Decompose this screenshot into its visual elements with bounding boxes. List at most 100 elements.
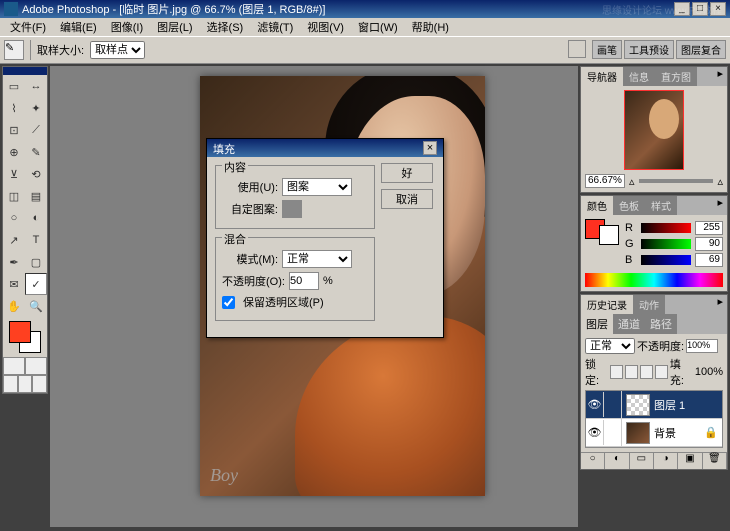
zoom-slider[interactable] [639, 179, 714, 183]
current-tool-icon[interactable]: ✎ [4, 40, 24, 60]
tab-color[interactable]: 颜色 [581, 196, 613, 215]
panel-menu-icon[interactable]: ▸ [713, 196, 727, 215]
sample-point-select[interactable]: 取样点 [90, 41, 145, 59]
tool-stamp[interactable]: ⊻ [3, 163, 25, 185]
r-slider[interactable] [641, 223, 691, 233]
opacity-input[interactable] [289, 272, 319, 290]
screen-full-menu[interactable] [18, 375, 33, 393]
tool-eyedrop[interactable]: ✓ [25, 273, 47, 295]
layer-fx-icon[interactable]: ○ [581, 453, 605, 469]
layer-fill-value[interactable]: 100% [695, 366, 723, 378]
tool-hand[interactable]: ✋ [3, 295, 25, 317]
use-select[interactable]: 图案 [282, 178, 352, 196]
menu-file[interactable]: 文件(F) [4, 18, 52, 36]
subtab-paths[interactable]: 路径 [645, 314, 677, 334]
tool-path[interactable]: ↗ [3, 229, 25, 251]
layer-thumbnail[interactable] [626, 422, 650, 444]
mode-standard[interactable] [3, 357, 25, 375]
mode-select[interactable]: 正常 [282, 250, 352, 268]
tool-slice[interactable]: ⟋ [25, 119, 47, 141]
layer-row[interactable]: 👁 图层 1 [586, 391, 722, 419]
panel-menu-icon[interactable]: ▸ [713, 67, 727, 86]
tool-zoom[interactable]: 🔍 [25, 295, 47, 317]
lock-pos-icon[interactable] [640, 365, 653, 379]
g-slider[interactable] [641, 239, 691, 249]
layer-name[interactable]: 图层 1 [654, 397, 685, 413]
zoom-value[interactable]: 66.67% [585, 174, 625, 188]
tool-marquee[interactable]: ▭ [3, 75, 25, 97]
opt-tab-layercomp[interactable]: 图层复合 [676, 40, 726, 59]
layer-row[interactable]: 👁 背景 🔒 [586, 419, 722, 447]
opt-tab-preset[interactable]: 工具预设 [624, 40, 674, 59]
b-slider[interactable] [641, 255, 691, 265]
dialog-close-icon[interactable]: × [423, 141, 437, 155]
subtab-channels[interactable]: 通道 [613, 314, 645, 334]
ok-button[interactable]: 好 [381, 163, 433, 183]
b-value[interactable]: 69 [695, 253, 723, 267]
panel-menu-icon[interactable]: ▸ [713, 295, 727, 314]
preserve-trans-checkbox[interactable] [222, 296, 235, 309]
color-spectrum[interactable] [585, 273, 723, 287]
tool-history[interactable]: ⟲ [25, 163, 47, 185]
tool-crop[interactable]: ⊡ [3, 119, 25, 141]
eye-icon[interactable]: 👁 [586, 420, 604, 445]
menu-help[interactable]: 帮助(H) [406, 18, 455, 36]
layer-thumbnail[interactable] [626, 394, 650, 416]
blend-mode-select[interactable]: 正常 [585, 338, 635, 354]
lock-pixel-icon[interactable] [625, 365, 638, 379]
subtab-layers[interactable]: 图层 [581, 314, 613, 334]
menu-select[interactable]: 选择(S) [201, 18, 250, 36]
tab-swatches[interactable]: 色板 [613, 196, 645, 215]
tool-blur[interactable]: ○ [3, 207, 25, 229]
screen-standard[interactable] [3, 375, 18, 393]
menu-window[interactable]: 窗口(W) [352, 18, 404, 36]
lock-all-icon[interactable] [655, 365, 668, 379]
tab-actions[interactable]: 动作 [633, 295, 665, 314]
zoom-out-icon[interactable]: ▵ [629, 175, 635, 188]
opt-tab-brush[interactable]: 画笔 [592, 40, 622, 59]
tool-move[interactable]: ↔ [25, 75, 47, 97]
layer-mask-icon[interactable]: ◐ [605, 453, 629, 469]
file-browser-icon[interactable] [568, 40, 586, 58]
tool-wand[interactable]: ✦ [25, 97, 47, 119]
tab-history[interactable]: 历史记录 [581, 295, 633, 314]
link-area[interactable] [604, 419, 622, 446]
new-layer-icon[interactable]: ▣ [678, 453, 702, 469]
tool-dodge[interactable]: ◐ [25, 207, 47, 229]
tab-navigator[interactable]: 导航器 [581, 67, 623, 86]
menu-filter[interactable]: 滤镜(T) [251, 18, 299, 36]
color-bg-swatch[interactable] [599, 225, 619, 245]
tool-lasso[interactable]: ⌇ [3, 97, 25, 119]
delete-layer-icon[interactable]: 🗑 [703, 453, 727, 469]
adj-layer-icon[interactable]: ◑ [654, 453, 678, 469]
eye-icon[interactable]: 👁 [586, 392, 604, 417]
tool-brush[interactable]: ✎ [25, 141, 47, 163]
screen-full[interactable] [32, 375, 47, 393]
toolbox-grip[interactable] [3, 67, 47, 75]
tool-heal[interactable]: ⊕ [3, 141, 25, 163]
layer-set-icon[interactable]: ▭ [630, 453, 654, 469]
tool-type[interactable]: T [25, 229, 47, 251]
tool-shape[interactable]: ▢ [25, 251, 47, 273]
pattern-picker[interactable] [282, 200, 302, 218]
layer-opacity-value[interactable]: 100% [686, 339, 718, 353]
cancel-button[interactable]: 取消 [381, 189, 433, 209]
tab-histogram[interactable]: 直方图 [655, 67, 697, 86]
menu-edit[interactable]: 编辑(E) [54, 18, 103, 36]
lock-trans-icon[interactable] [610, 365, 623, 379]
tool-eraser[interactable]: ◫ [3, 185, 25, 207]
r-value[interactable]: 255 [695, 221, 723, 235]
menu-layer[interactable]: 图层(L) [151, 18, 198, 36]
tab-info[interactable]: 信息 [623, 67, 655, 86]
fg-color-swatch[interactable] [9, 321, 31, 343]
g-value[interactable]: 90 [695, 237, 723, 251]
layer-name[interactable]: 背景 [654, 425, 676, 441]
tool-gradient[interactable]: ▤ [25, 185, 47, 207]
mode-quickmask[interactable] [25, 357, 47, 375]
nav-thumbnail[interactable] [624, 90, 684, 170]
zoom-in-icon[interactable]: ▵ [717, 175, 723, 188]
tab-styles[interactable]: 样式 [645, 196, 677, 215]
tool-pen[interactable]: ✒ [3, 251, 25, 273]
link-area[interactable] [604, 391, 622, 418]
tool-notes[interactable]: ✉ [3, 273, 25, 295]
